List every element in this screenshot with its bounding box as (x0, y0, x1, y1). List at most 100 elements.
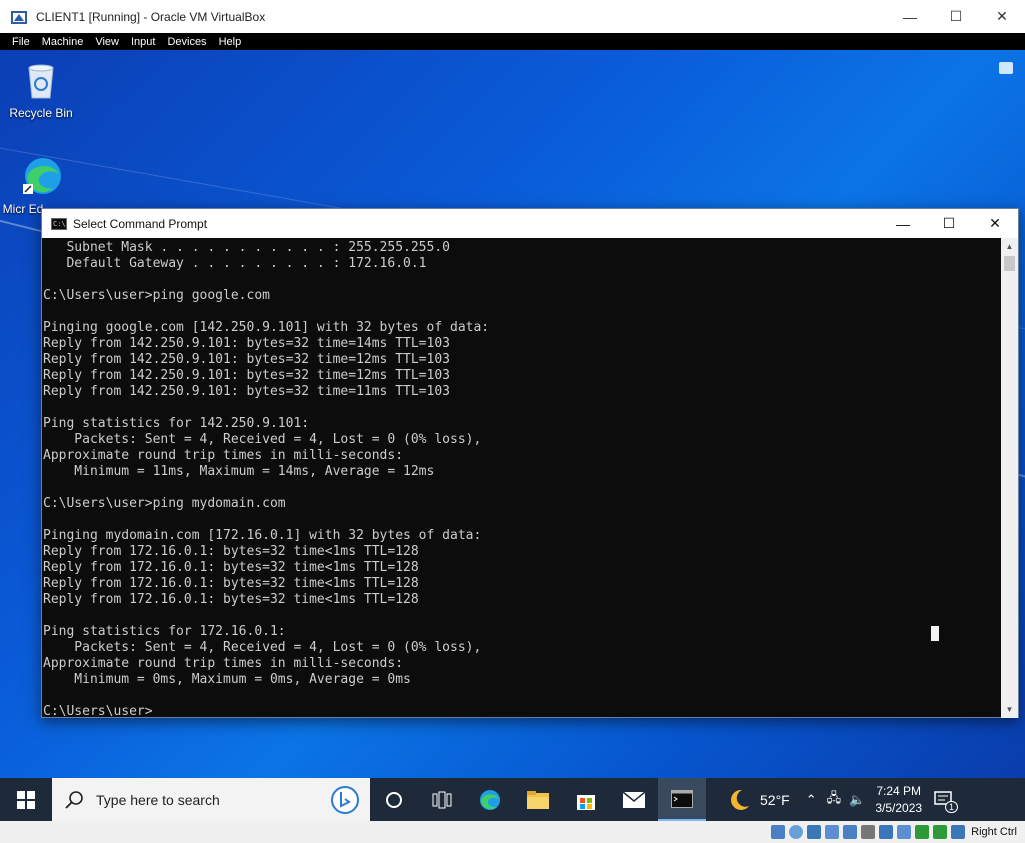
windows-logo-icon (17, 790, 35, 809)
cmd-title-bar[interactable]: C:\ Select Command Prompt — ☐ ✕ (42, 209, 1018, 238)
command-prompt-taskbar-button[interactable] (658, 778, 706, 821)
volume-icon[interactable]: 🔈 (849, 792, 865, 808)
mail-icon[interactable] (610, 778, 658, 821)
console-line: C:\Users\user>ping google.com (43, 288, 270, 303)
scroll-down-icon[interactable]: ▼ (1001, 701, 1018, 718)
clock-time: 7:24 PM (876, 783, 922, 798)
store-icon[interactable] (562, 778, 610, 821)
task-view-button[interactable] (370, 778, 418, 821)
tray-chevron-up-icon[interactable]: ⌃ (806, 792, 817, 808)
cmd-scrollbar[interactable]: ▲ ▼ (1001, 238, 1018, 718)
audio-icon[interactable] (807, 825, 822, 839)
console-line: Reply from 142.250.9.101: bytes=32 time=… (43, 368, 450, 383)
weather-temp: 52°F (760, 791, 790, 808)
recording-icon[interactable] (897, 825, 912, 839)
taskbar-clock[interactable]: 7:24 PM 3/5/2023 (875, 783, 922, 817)
moon-icon (731, 789, 749, 810)
scroll-thumb[interactable] (1004, 256, 1015, 271)
edge-icon[interactable] (466, 778, 514, 821)
network-icon[interactable]: 🖧 (827, 789, 842, 811)
console-line: Packets: Sent = 4, Received = 4, Lost = … (43, 640, 482, 655)
vbox-status-bar: Right Ctrl (0, 821, 1025, 843)
clock-date: 3/5/2023 (875, 800, 923, 815)
start-button[interactable] (0, 778, 52, 821)
menu-devices[interactable]: Devices (167, 36, 206, 48)
console-line: C:\Users\user>ping mydomain.com (43, 496, 286, 511)
desktop-icon-edge[interactable]: Micr Ed (2, 154, 76, 216)
cmd-maximize-button[interactable]: ☐ (926, 209, 972, 238)
desktop-icon-recycle-bin[interactable]: Recycle Bin (6, 58, 76, 120)
close-button[interactable]: ✕ (979, 0, 1025, 33)
menu-input[interactable]: Input (131, 36, 155, 48)
recycle-bin-icon (19, 58, 63, 102)
console-output[interactable]: Subnet Mask . . . . . . . . . . . : 255.… (42, 238, 1002, 718)
minimize-button[interactable]: — (887, 0, 933, 33)
virtualization-icon[interactable] (915, 825, 930, 839)
console-line: Minimum = 11ms, Maximum = 14ms, Average … (43, 464, 435, 479)
cmd-close-button[interactable]: ✕ (972, 209, 1018, 238)
console-line: Reply from 142.250.9.101: bytes=32 time=… (43, 336, 450, 351)
command-prompt-window[interactable]: C:\ Select Command Prompt — ☐ ✕ Subnet M… (41, 208, 1019, 718)
weather-widget[interactable]: 52°F (726, 787, 790, 813)
search-icon (65, 790, 83, 809)
console-line: Reply from 142.250.9.101: bytes=32 time=… (43, 384, 450, 399)
usb-icon[interactable] (843, 825, 858, 839)
display-icon[interactable] (879, 825, 894, 839)
virtualbox-app-icon (10, 8, 28, 26)
console-line: Reply from 172.16.0.1: bytes=32 time<1ms… (43, 576, 419, 591)
desktop-icon-label: Recycle Bin (9, 106, 73, 120)
command-prompt-icon: C:\ (51, 217, 67, 230)
maximize-button[interactable]: ☐ (933, 0, 979, 33)
desktop-icon-label: Micr Ed (2, 202, 44, 216)
console-line: Subnet Mask . . . . . . . . . . . : 255.… (43, 240, 450, 255)
notification-badge: 1 (945, 801, 959, 813)
console-line: Ping statistics for 142.250.9.101: (43, 416, 310, 431)
file-explorer-icon[interactable] (514, 778, 562, 821)
guest-desktop: Recycle Bin Micr Ed C:\ Select Command P… (0, 50, 1025, 821)
hard-disk-icon[interactable] (771, 825, 786, 839)
console-line: Reply from 172.16.0.1: bytes=32 time<1ms… (43, 592, 419, 607)
text-cursor (931, 626, 939, 641)
menu-help[interactable]: Help (219, 36, 242, 48)
optical-drive-icon[interactable] (789, 825, 804, 839)
network-adapter-icon[interactable] (825, 825, 840, 839)
menu-view[interactable]: View (95, 36, 119, 48)
console-line: Default Gateway . . . . . . . . . : 172.… (43, 256, 427, 271)
keyboard-capture-icon[interactable] (951, 825, 966, 839)
vbox-menu-bar: File Machine View Input Devices Help (0, 33, 1025, 50)
cmd-minimize-button[interactable]: — (880, 209, 926, 238)
console-line: Reply from 142.250.9.101: bytes=32 time=… (43, 352, 450, 367)
vbox-title-bar: CLIENT1 [Running] - Oracle VM VirtualBox… (0, 0, 1025, 33)
cortana-icon (386, 791, 402, 808)
task-view-icon[interactable] (418, 778, 466, 821)
mouse-integration-icon[interactable] (933, 825, 948, 839)
search-placeholder: Type here to search (96, 791, 220, 808)
console-line: Pinging mydomain.com [172.16.0.1] with 3… (43, 528, 482, 543)
taskbar: Type here to search 52°F ⌃ 🖧 🔈 7:24 PM 3… (0, 778, 1025, 821)
vbox-window-title: CLIENT1 [Running] - Oracle VM VirtualBox (36, 9, 266, 24)
console-line: Ping statistics for 172.16.0.1: (43, 624, 286, 639)
console-line: Approximate round trip times in milli-se… (43, 656, 404, 671)
console-line: C:\Users\user> (43, 704, 153, 718)
menu-machine[interactable]: Machine (42, 36, 84, 48)
console-line: Reply from 172.16.0.1: bytes=32 time<1ms… (43, 560, 419, 575)
notification-center-button[interactable]: 1 (922, 778, 966, 821)
menu-file[interactable]: File (12, 36, 30, 48)
shared-folders-icon[interactable] (861, 825, 876, 839)
edge-icon (19, 154, 63, 198)
host-key-label: Right Ctrl (971, 826, 1017, 838)
bing-icon[interactable] (330, 785, 360, 815)
console-line: Approximate round trip times in milli-se… (43, 448, 404, 463)
notification-icon[interactable] (999, 62, 1013, 74)
taskbar-search-box[interactable]: Type here to search (52, 778, 370, 821)
system-tray: ⌃ 🖧 🔈 (806, 789, 866, 811)
console-line: Pinging google.com [142.250.9.101] with … (43, 320, 490, 335)
cmd-window-title: Select Command Prompt (73, 216, 208, 231)
scroll-up-icon[interactable]: ▲ (1001, 238, 1018, 255)
